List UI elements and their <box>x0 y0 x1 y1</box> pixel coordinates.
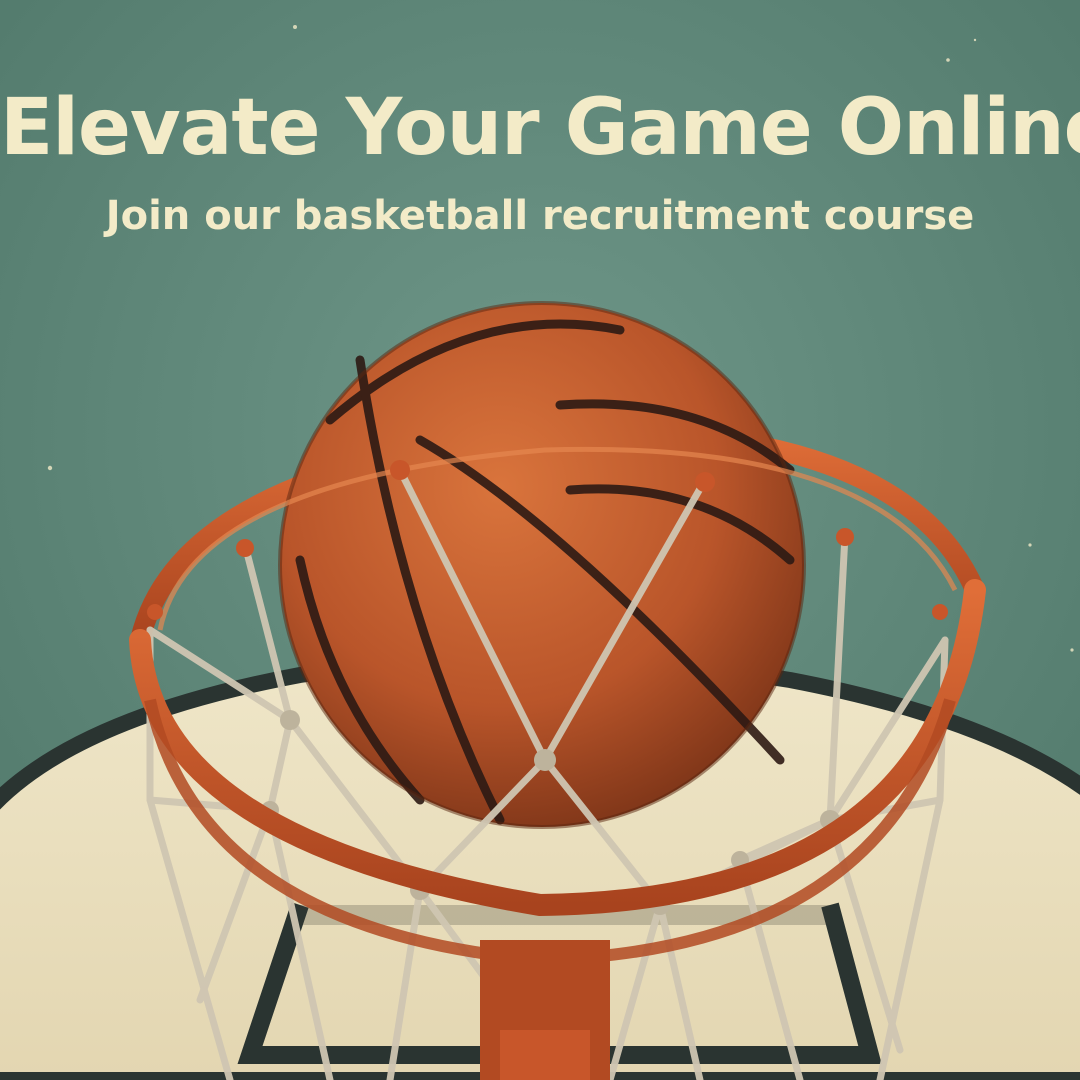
rim-bracket <box>480 940 610 1080</box>
headline-title: Elevate Your Game Online <box>0 83 1080 173</box>
poster: Elevate Your Game Online Join our basket… <box>0 0 1080 1080</box>
headline-subtitle: Join our basketball recruitment course <box>105 193 975 239</box>
